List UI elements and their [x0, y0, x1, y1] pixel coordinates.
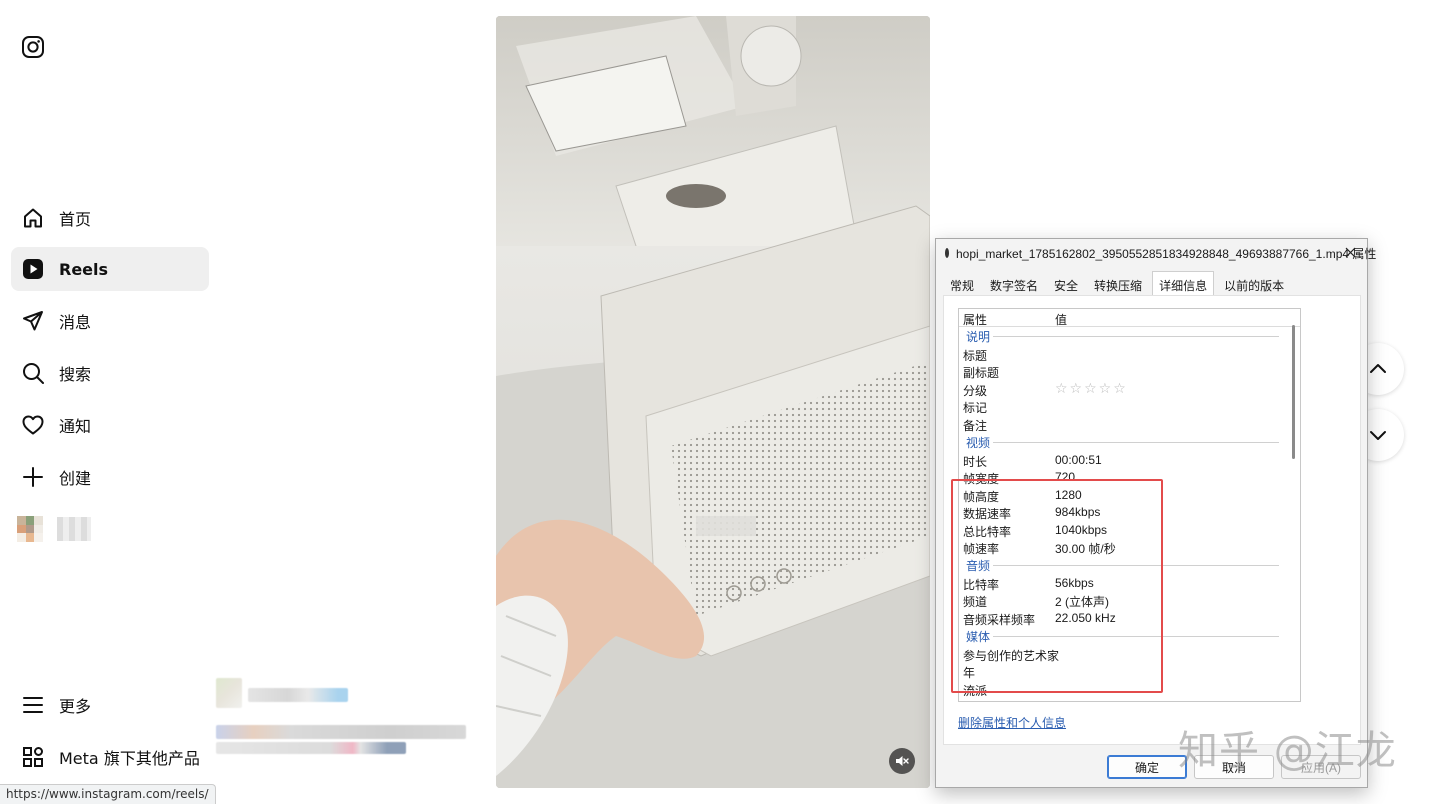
reels-icon — [21, 257, 45, 281]
avatar — [17, 516, 43, 542]
status-url: https://www.instagram.com/reels/ — [0, 784, 216, 804]
sidebar-item-meta[interactable]: Meta 旗下其他产品 — [11, 735, 209, 779]
menu-icon — [21, 693, 45, 717]
property-row[interactable]: 帧宽度 720 — [959, 468, 1291, 486]
sidebar-item-label: 首页 — [59, 210, 92, 229]
column-value[interactable]: 值 — [1055, 311, 1067, 328]
property-row[interactable]: 年 — [959, 662, 1291, 680]
sidebar-item-search[interactable]: 搜索 — [11, 351, 209, 395]
media-file-icon — [945, 248, 949, 258]
tab-details[interactable]: 详细信息 — [1152, 271, 1215, 298]
property-row[interactable]: 分级 ☆☆☆☆☆ — [959, 380, 1291, 398]
sidebar-item-label: 搜索 — [59, 365, 92, 384]
close-icon — [1345, 247, 1355, 257]
sidebar-item-create[interactable]: 创建 — [11, 455, 209, 499]
remove-properties-link[interactable]: 删除属性和个人信息 — [958, 714, 1066, 731]
sidebar-item-home[interactable]: 首页 — [11, 196, 209, 240]
property-row[interactable]: 副标题 — [959, 362, 1291, 380]
sidebar-item-label: 创建 — [59, 469, 92, 488]
file-properties-dialog[interactable]: hopi_market_1785162802_39505528518349288… — [935, 238, 1376, 788]
property-row[interactable]: 帧速率 30.00 帧/秒 — [959, 538, 1291, 556]
column-property[interactable]: 属性 — [963, 311, 987, 328]
property-row[interactable]: 参与创作的艺术家 — [959, 645, 1291, 663]
group-media: 媒体 — [959, 627, 1291, 645]
property-row[interactable]: 音频采样频率 22.050 kHz — [959, 609, 1291, 627]
home-icon — [21, 206, 45, 230]
dialog-title: hopi_market_1785162802_39505528518349288… — [956, 246, 1377, 261]
close-button[interactable] — [1341, 243, 1359, 261]
chevron-down-icon — [1370, 431, 1386, 440]
speaker-muted-icon — [896, 756, 909, 766]
search-icon — [21, 361, 45, 385]
group-description: 说明 — [959, 327, 1291, 345]
ok-button[interactable]: 确定 — [1107, 755, 1187, 779]
instagram-logo-icon[interactable] — [22, 36, 44, 58]
property-list-scrollbar[interactable] — [1292, 325, 1295, 459]
property-list-header: 属性 值 — [959, 309, 1300, 327]
chevron-up-icon — [1370, 364, 1386, 373]
property-row[interactable]: 标记 — [959, 397, 1291, 415]
sidebar-item-messages[interactable]: 消息 — [11, 299, 209, 343]
property-list[interactable]: 属性 值 说明 标题 副标题 分级 ☆☆☆☆☆ 标记 备注 视频 时长 00:00:… — [958, 308, 1301, 702]
property-row[interactable]: 总比特率 1040kbps — [959, 521, 1291, 539]
sidebar-item-label: 更多 — [59, 697, 92, 716]
sidebar-item-more[interactable]: 更多 — [11, 683, 209, 727]
sidebar-item-label: Meta 旗下其他产品 — [59, 749, 200, 768]
sidebar-item-label: Reels — [59, 259, 109, 279]
dialog-title-bar[interactable]: hopi_market_1785162802_39505528518349288… — [936, 239, 1376, 267]
sidebar-item-profile[interactable] — [17, 516, 91, 542]
property-row[interactable]: 流派 — [959, 680, 1291, 698]
property-row[interactable]: 标题 — [959, 345, 1291, 363]
plus-icon — [21, 465, 45, 489]
reel-video[interactable] — [496, 16, 930, 788]
group-video: 视频 — [959, 433, 1291, 451]
profile-name-blurred — [57, 517, 91, 541]
heart-icon — [21, 413, 45, 437]
property-row[interactable]: 帧高度 1280 — [959, 486, 1291, 504]
sidebar-item-notifications[interactable]: 通知 — [11, 403, 209, 447]
video-frame-illustration — [496, 16, 930, 788]
sidebar-item-reels[interactable]: Reels — [11, 247, 209, 291]
property-row[interactable]: 时长 00:00:51 — [959, 451, 1291, 469]
sidebar-item-label: 通知 — [59, 417, 92, 436]
apps-icon — [21, 745, 45, 769]
zhihu-watermark: 知乎 @江龙 — [1178, 728, 1397, 774]
mute-button[interactable] — [889, 748, 915, 774]
messages-icon — [21, 309, 45, 333]
group-audio: 音频 — [959, 556, 1291, 574]
details-panel: 属性 值 说明 标题 副标题 分级 ☆☆☆☆☆ 标记 备注 视频 时长 00:00:… — [943, 295, 1361, 745]
property-row[interactable]: 比特率 56kbps — [959, 574, 1291, 592]
property-row[interactable]: 频道 2 (立体声) — [959, 591, 1291, 609]
rating-stars[interactable]: ☆☆☆☆☆ — [1055, 380, 1128, 397]
property-row[interactable]: 备注 — [959, 415, 1291, 433]
sidebar-item-label: 消息 — [59, 313, 92, 332]
property-row[interactable]: 数据速率 984kbps — [959, 503, 1291, 521]
